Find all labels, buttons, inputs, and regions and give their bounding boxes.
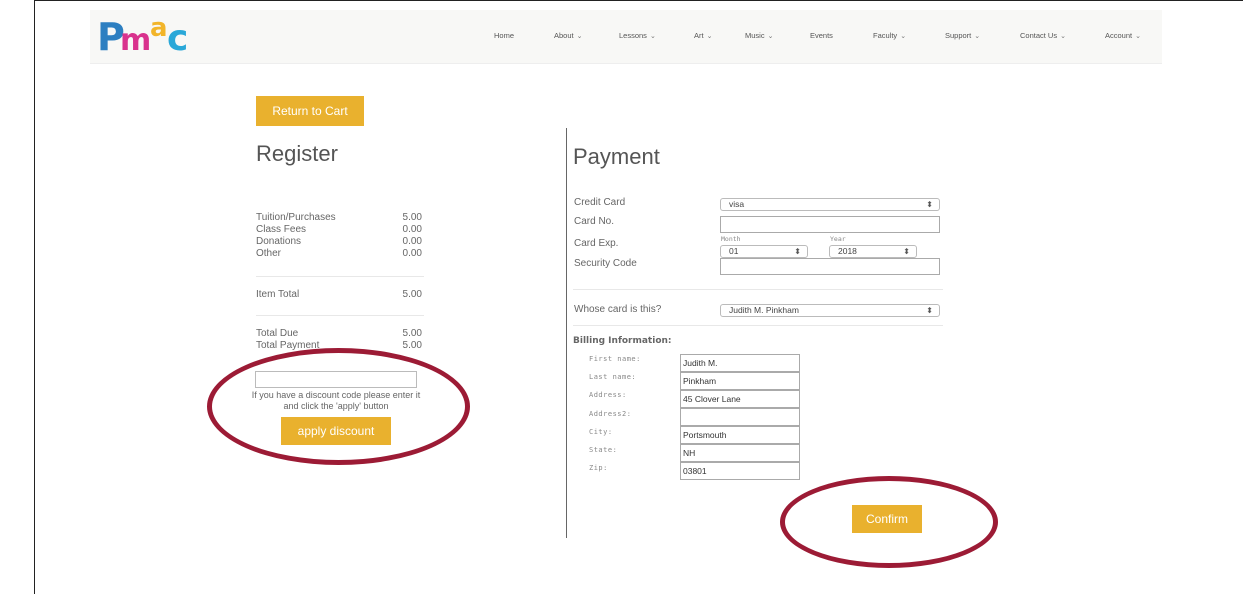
- card-number-label: Card No.: [574, 216, 615, 227]
- top-navbar: P m a c Home About ⌄ Lessons ⌄ Art ⌄ Music ⌄…: [90, 10, 1162, 64]
- year-caption: Year: [830, 235, 846, 243]
- address-label: Address:: [589, 391, 627, 399]
- card-exp-label: Card Exp.: [574, 238, 619, 249]
- state-input[interactable]: NH: [680, 444, 800, 462]
- card-owner-select[interactable]: Judith M. Pinkham ⬍: [720, 304, 940, 317]
- column-divider: [566, 128, 567, 538]
- summary-row-class-fees: Class Fees 0.00: [256, 224, 422, 235]
- nav-account[interactable]: Account ⌄: [1105, 31, 1141, 40]
- select-arrows-icon: ⬍: [926, 306, 933, 315]
- nav-home[interactable]: Home: [494, 31, 514, 40]
- nav-faculty[interactable]: Faculty ⌄: [873, 31, 906, 40]
- state-label: State:: [589, 446, 618, 454]
- credit-card-label: Credit Card: [574, 197, 626, 208]
- summary-row-tuition: Tuition/Purchases 5.00: [256, 212, 422, 223]
- chevron-down-icon: ⌄: [1060, 33, 1066, 40]
- zip-input[interactable]: 03801: [680, 462, 800, 480]
- exp-month-select[interactable]: 01 ⬍: [720, 245, 808, 258]
- chevron-down-icon: ⌄: [576, 33, 583, 40]
- chevron-down-icon: ⌄: [706, 33, 713, 40]
- divider: [573, 289, 943, 290]
- register-title: Register: [256, 141, 338, 166]
- divider: [256, 276, 424, 277]
- chevron-down-icon: ⌄: [767, 33, 774, 40]
- chevron-down-icon: ⌄: [649, 33, 656, 40]
- nav-music[interactable]: Music ⌄: [745, 31, 773, 40]
- card-number-input[interactable]: [720, 216, 940, 233]
- whose-card-label: Whose card is this?: [574, 304, 662, 315]
- nav-lessons[interactable]: Lessons ⌄: [619, 31, 656, 40]
- first-name-label: First name:: [589, 355, 641, 363]
- nav-events[interactable]: Events: [810, 31, 833, 40]
- return-to-cart-button[interactable]: Return to Cart: [256, 96, 364, 126]
- screenshot-frame: [34, 0, 1243, 594]
- exp-year-select[interactable]: 2018 ⬍: [829, 245, 917, 258]
- chevron-down-icon: ⌄: [974, 33, 981, 40]
- divider: [256, 315, 424, 316]
- chevron-down-icon: ⌄: [900, 33, 907, 40]
- address2-label: Address2:: [589, 410, 632, 418]
- city-input[interactable]: Portsmouth: [680, 426, 800, 444]
- summary-row-donations: Donations 0.00: [256, 236, 422, 247]
- city-label: City:: [589, 428, 613, 436]
- select-arrows-icon: ⬍: [926, 200, 933, 209]
- nav-contact-us[interactable]: Contact Us ⌄: [1020, 31, 1066, 40]
- address2-input[interactable]: [680, 408, 800, 426]
- summary-row-other: Other 0.00: [256, 248, 422, 259]
- zip-label: Zip:: [589, 464, 608, 472]
- nav-about[interactable]: About ⌄: [554, 31, 582, 40]
- payment-title: Payment: [573, 144, 660, 169]
- select-arrows-icon: ⬍: [794, 247, 801, 256]
- divider: [573, 325, 943, 326]
- security-code-label: Security Code: [574, 258, 637, 269]
- discount-highlight-annotation: [207, 348, 470, 465]
- credit-card-select[interactable]: visa ⬍: [720, 198, 940, 211]
- security-code-input[interactable]: [720, 258, 940, 275]
- last-name-input[interactable]: Pinkham: [680, 372, 800, 390]
- summary-row-item-total: Item Total 5.00: [256, 289, 422, 300]
- select-arrows-icon: ⬍: [903, 247, 910, 256]
- nav-menu: Home About ⌄ Lessons ⌄ Art ⌄ Music ⌄ Events …: [90, 31, 1162, 45]
- first-name-input[interactable]: Judith M.: [680, 354, 800, 372]
- last-name-label: Last name:: [589, 373, 637, 381]
- billing-info-title: Billing Information:: [573, 336, 672, 346]
- nav-support[interactable]: Support ⌄: [945, 31, 980, 40]
- address-input[interactable]: 45 Clover Lane: [680, 390, 800, 408]
- nav-art[interactable]: Art ⌄: [694, 31, 712, 40]
- confirm-highlight-annotation: [780, 476, 998, 568]
- chevron-down-icon: ⌄: [1135, 33, 1141, 40]
- summary-row-total-due: Total Due 5.00: [256, 328, 422, 339]
- month-caption: Month: [721, 235, 741, 243]
